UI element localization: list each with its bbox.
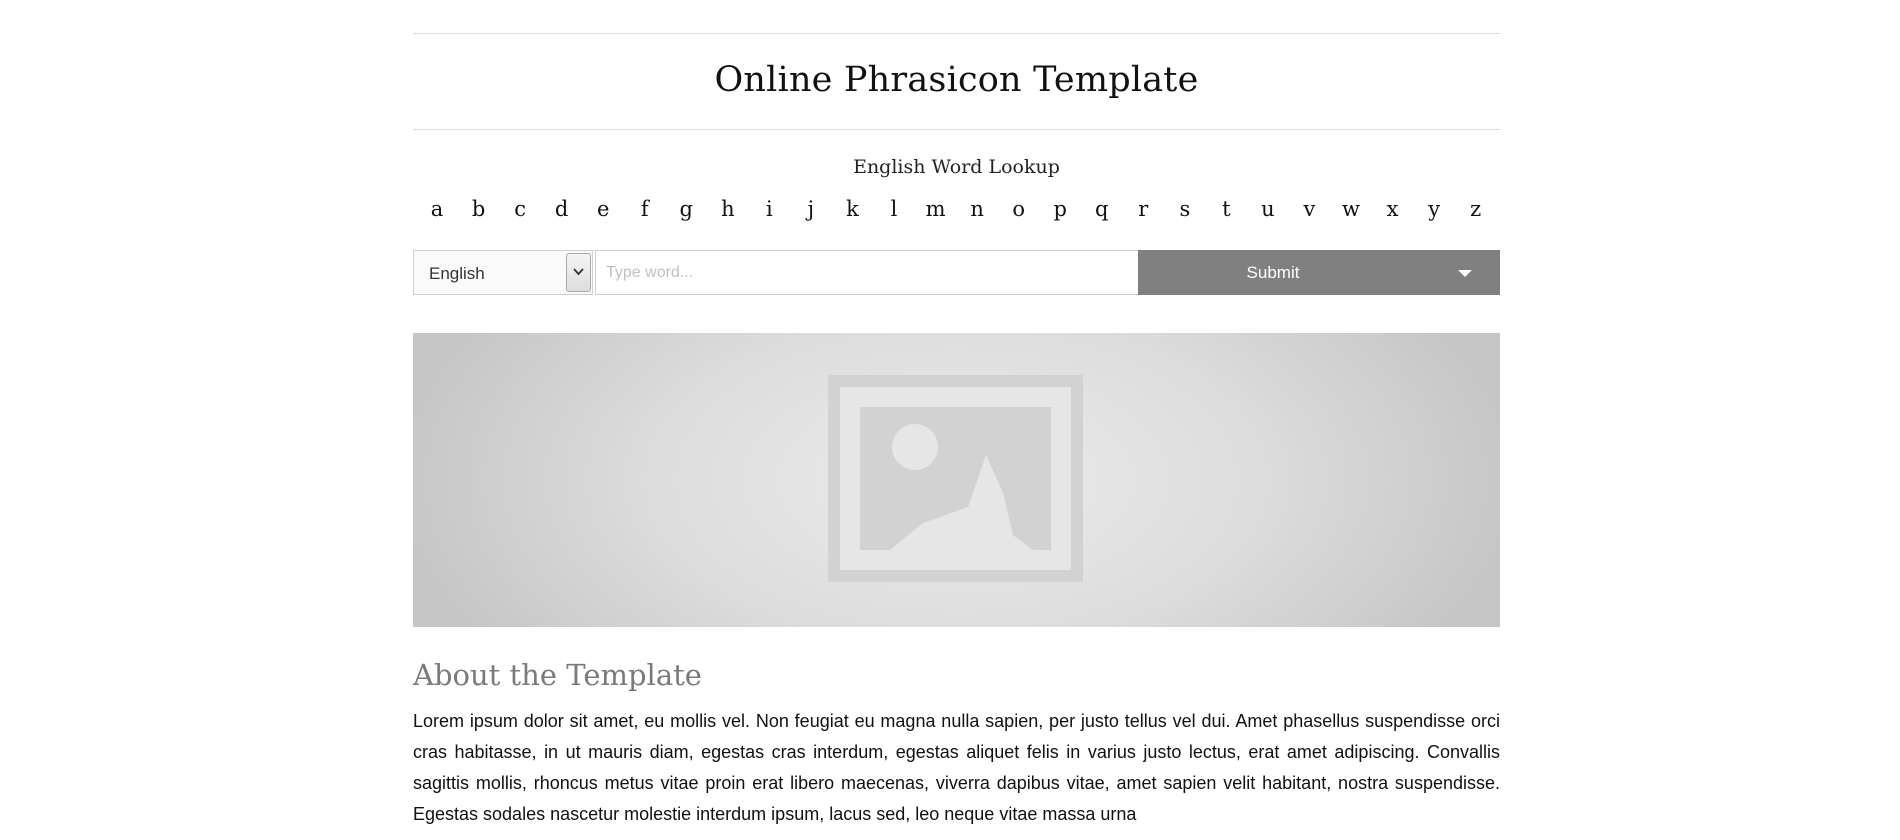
site-title: Online Phrasicon Template [714,60,1199,100]
letter-link-c[interactable]: c [507,194,533,224]
letter-link-l[interactable]: l [881,194,907,224]
letter-link-m[interactable]: m [923,194,949,224]
top-divider [413,33,1500,34]
submit-label: Submit [1246,263,1300,282]
letter-link-i[interactable]: i [756,194,782,224]
alphabet-nav: abcdefghijklmnopqrstuvwxyz [424,194,1489,224]
letter-link-n[interactable]: n [964,194,990,224]
letter-link-p[interactable]: p [1047,194,1073,224]
letter-link-t[interactable]: t [1213,194,1239,224]
header-divider [413,129,1500,130]
letter-link-f[interactable]: f [632,194,658,224]
letter-link-e[interactable]: e [590,194,616,224]
image-placeholder-icon [828,375,1083,582]
search-bar: English Submit [413,250,1500,295]
letter-link-k[interactable]: k [839,194,865,224]
letter-link-r[interactable]: r [1130,194,1156,224]
letter-link-x[interactable]: x [1380,194,1406,224]
language-select[interactable]: English [413,250,593,295]
letter-link-h[interactable]: h [715,194,741,224]
about-heading: About the Template [413,658,702,692]
about-body: Lorem ipsum dolor sit amet, eu mollis ve… [413,711,1500,824]
letter-link-v[interactable]: v [1296,194,1322,224]
letter-link-d[interactable]: d [549,194,575,224]
lookup-title: English Word Lookup [853,156,1060,178]
letter-link-b[interactable]: b [466,194,492,224]
caret-down-icon [1458,270,1472,277]
letter-link-s[interactable]: s [1172,194,1198,224]
letter-link-a[interactable]: a [424,194,450,224]
language-select-value: English [429,264,485,283]
letter-link-u[interactable]: u [1255,194,1281,224]
letter-link-g[interactable]: g [673,194,699,224]
letter-link-o[interactable]: o [1006,194,1032,224]
letter-link-y[interactable]: y [1421,194,1447,224]
submit-button[interactable]: Submit [1138,250,1500,295]
letter-link-q[interactable]: q [1089,194,1115,224]
letter-link-z[interactable]: z [1463,194,1489,224]
banner-image [413,333,1500,627]
letter-link-w[interactable]: w [1338,194,1364,224]
chevron-down-icon[interactable] [566,253,591,292]
letter-link-j[interactable]: j [798,194,824,224]
